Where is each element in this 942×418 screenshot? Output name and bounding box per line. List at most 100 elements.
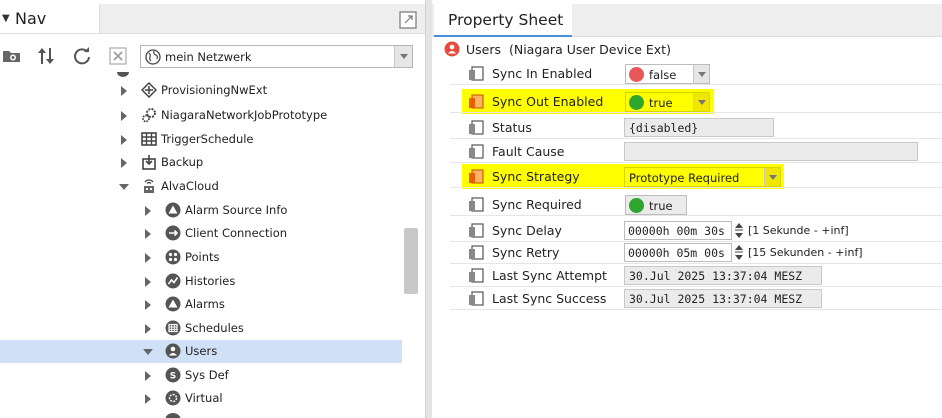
tree-item-niagaranetworkjobprototype[interactable]: NiagaraNetworkJobPrototype [0, 104, 402, 127]
tree-item-label: Sys Def [185, 368, 229, 382]
tree-item-alarm-source-info[interactable]: Alarm Source Info [0, 199, 402, 222]
property-sheet-pane: Property Sheet Users (Niagara User Devic… [432, 0, 942, 418]
collapse-arrow-icon[interactable] [119, 184, 129, 190]
prop-range: [1 Sekunde - +inf] [748, 224, 849, 237]
tree-item-virtual[interactable]: Virtual [0, 387, 402, 410]
spinner-icon[interactable] [734, 244, 744, 261]
virtual-icon [165, 390, 181, 406]
prop-row-last-sync-success: Last Sync Success 30.Jul 2025 13:37:04 M… [450, 287, 942, 310]
prop-value: {disabled} [629, 121, 699, 135]
tree-item-label: TriggerSchedule [161, 132, 254, 146]
expand-arrow-icon[interactable] [145, 324, 151, 334]
cloud-device-icon [144, 179, 154, 193]
prop-range: [15 Sekunden - +inf] [748, 246, 863, 259]
nav-scrollbar[interactable] [404, 228, 418, 294]
tree-item-users[interactable]: Users [0, 340, 402, 363]
globe-icon [145, 49, 161, 65]
tree-item-histories[interactable]: Histories [0, 270, 402, 293]
expand-arrow-icon[interactable] [121, 86, 127, 96]
prop-value: Prototype Required [629, 171, 740, 185]
property-slot-icon [469, 94, 484, 109]
nav-tree: ProvisioningNwExt NiagaraNetworkJobProto… [0, 72, 425, 418]
tree-item-label: Points [185, 250, 220, 264]
prop-row-fault-cause: Fault Cause [450, 140, 942, 163]
expand-arrow-icon[interactable] [145, 277, 151, 287]
collapse-arrow-icon[interactable] [143, 349, 153, 355]
sort-icon[interactable] [36, 46, 56, 66]
histories-icon [165, 273, 181, 289]
nav-header: ▼ Nav [0, 4, 425, 34]
tree-item-points[interactable]: Points [0, 246, 402, 269]
prop-value: true [649, 199, 673, 213]
prop-name: Last Sync Attempt [492, 268, 607, 283]
expand-arrow-icon[interactable] [121, 158, 127, 168]
sync-strategy-select[interactable]: Prototype Required [624, 167, 781, 187]
property-slot-icon [469, 223, 484, 238]
tab-property-sheet[interactable]: Property Sheet [434, 4, 572, 37]
nav-menu-arrow-icon[interactable]: ▼ [2, 13, 10, 24]
prop-name: Sync Required [492, 197, 582, 212]
tree-item-alarms[interactable]: Alarms [0, 293, 402, 316]
sync-out-enabled-select[interactable]: true [625, 92, 710, 112]
property-slot-icon [469, 120, 484, 135]
sync-delay-input[interactable]: 00000h 00m 30s [624, 221, 732, 240]
new-folder-icon[interactable] [2, 46, 22, 66]
maximize-icon[interactable] [399, 11, 417, 29]
expand-arrow-icon[interactable] [145, 300, 151, 310]
false-indicator-icon [629, 67, 644, 82]
sync-retry-input[interactable]: 00000h 05m 00s [624, 243, 732, 262]
expand-arrow-icon[interactable] [145, 229, 151, 239]
tree-item-label: Users [185, 344, 218, 358]
true-indicator-icon [629, 95, 644, 110]
tree-item-schedules[interactable]: Schedules [0, 317, 402, 340]
sysdef-icon: S [165, 367, 181, 383]
status-field: {disabled} [624, 118, 774, 137]
prop-row-sync-out-enabled: Sync Out Enabled true [450, 90, 942, 113]
prop-row-sync-in-enabled: Sync In Enabled false [450, 62, 942, 85]
property-slot-icon [469, 144, 484, 159]
expand-arrow-icon[interactable] [145, 371, 151, 381]
true-indicator-icon [629, 198, 644, 213]
prop-name: Sync Retry [492, 245, 560, 260]
points-icon [165, 249, 181, 265]
refresh-icon[interactable] [72, 46, 92, 66]
tree-item-label: Client Connection [185, 226, 288, 240]
close-icon[interactable] [108, 46, 128, 66]
alarms-icon [165, 296, 181, 312]
clipped-item-icon [117, 72, 129, 77]
chevron-down-icon[interactable] [764, 168, 780, 186]
expand-arrow-icon[interactable] [145, 253, 151, 263]
nav-tab[interactable]: ▼ Nav [0, 4, 100, 34]
tree-item-triggerschedule[interactable]: TriggerSchedule [0, 128, 402, 151]
chevron-down-icon[interactable] [693, 93, 709, 111]
tree-item-backup[interactable]: Backup [0, 151, 402, 174]
expand-arrow-icon[interactable] [145, 394, 151, 404]
root-name: Users (Niagara User Device Ext) [466, 42, 671, 57]
prop-row-sync-delay: Sync Delay 00000h 00m 30s [1 Sekunde - +… [450, 219, 942, 242]
last-sync-success-field: 30.Jul 2025 13:37:04 MESZ [624, 289, 822, 308]
prop-name: Last Sync Success [492, 291, 607, 306]
tree-item-provisioningnwext[interactable]: ProvisioningNwExt [0, 79, 402, 102]
prop-name: Fault Cause [492, 144, 565, 159]
tree-item-label: NiagaraNetworkJobPrototype [161, 108, 328, 122]
tree-item-label: Histories [185, 274, 236, 288]
gears-icon [142, 108, 156, 123]
tree-item-alvacloud[interactable]: AlvaCloud [0, 175, 402, 198]
nav-header-fill [100, 4, 425, 34]
tree-item-label: Backup [161, 155, 204, 169]
network-select[interactable]: mein Netzwerk [140, 45, 413, 68]
tree-item-label: Virtual [185, 391, 223, 405]
expand-arrow-icon[interactable] [121, 111, 127, 121]
pane-splitter[interactable] [425, 0, 432, 418]
tree-item-sys-def[interactable]: S Sys Def [0, 364, 402, 387]
chevron-down-icon[interactable] [693, 65, 709, 83]
expand-arrow-icon[interactable] [145, 206, 151, 216]
spinner-icon[interactable] [734, 222, 744, 239]
sync-in-enabled-select[interactable]: false [625, 64, 710, 84]
tree-item-client-connection[interactable]: Client Connection [0, 222, 402, 245]
chevron-down-icon[interactable] [394, 46, 412, 67]
prop-row-sync-required: Sync Required true [450, 193, 942, 216]
prop-value: false [649, 68, 677, 82]
expand-arrow-icon[interactable] [121, 135, 127, 145]
tree-item-label: Alarm Source Info [185, 203, 288, 217]
